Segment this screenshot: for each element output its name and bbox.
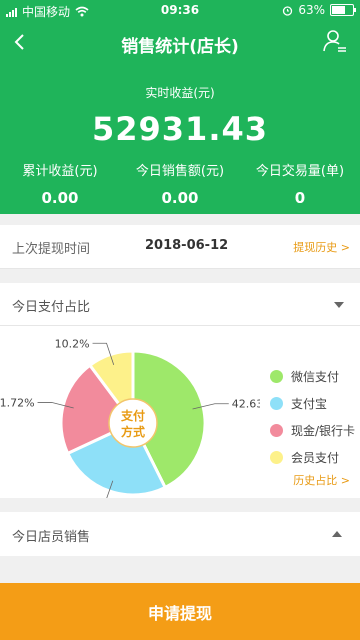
stat-value: 0.00 — [161, 189, 199, 207]
legend-item: 会员支付 — [270, 449, 355, 466]
payment-chart-card: 42.63% 25.45% 21.72% 10.2% 支付方式 微信支付 支付宝 现金/… — [0, 326, 360, 498]
summary-header: 销售统计(店长) 实时收益(元) 52931.43 累计收益(元) 0.00 今… — [0, 22, 360, 214]
withdraw-history-link[interactable]: 提现历史 > — [293, 239, 350, 255]
realtime-earnings-label: 实时收益(元) — [145, 86, 215, 100]
slice-value-label: 25.45% — [46, 496, 88, 498]
alarm-icon — [283, 5, 293, 16]
pie-center-label: 方式 — [121, 424, 145, 439]
payment-ratio-label: 今日支付占比 — [12, 300, 91, 315]
staff-sales-row[interactable]: 今日店员销售 — [0, 512, 360, 556]
stat-label: 累计收益(元) — [22, 164, 98, 179]
legend-item: 现金/银行卡 — [270, 422, 355, 439]
apply-withdraw-button[interactable]: 申请提现 — [0, 583, 360, 640]
stat-value: 0 — [294, 189, 306, 207]
slice-value-label: 21.72% — [0, 396, 35, 409]
status-bar: 中国移动 09:36 63% — [0, 0, 360, 22]
legend-item: 微信支付 — [270, 368, 355, 385]
slice-value-label: 42.63% — [232, 398, 260, 411]
legend-label: 现金/银行卡 — [291, 424, 356, 438]
pie-center-label: 支付 — [120, 408, 145, 423]
stat-cumulative: 累计收益(元) 0.00 — [0, 160, 120, 207]
legend-swatch — [270, 424, 283, 437]
slice-value-label: 10.2% — [55, 337, 90, 350]
legend-swatch — [270, 370, 283, 383]
pie-center — [108, 398, 158, 448]
legend-swatch — [270, 397, 283, 410]
legend-swatch — [270, 451, 283, 464]
realtime-earnings-value: 52931.43 — [91, 110, 268, 148]
stat-label: 今日交易量(单) — [255, 164, 345, 179]
stat-today-volume: 今日交易量(单) 0 — [240, 160, 360, 207]
caret-down-icon[interactable] — [334, 302, 344, 308]
legend-label: 会员支付 — [291, 451, 340, 465]
chart-legend: 微信支付 支付宝 现金/银行卡 会员支付 — [270, 368, 355, 476]
staff-sales-label: 今日店员销售 — [12, 530, 91, 545]
caret-up-icon[interactable] — [332, 531, 342, 537]
stat-label: 今日销售额(元) — [135, 164, 225, 179]
user-icon[interactable] — [322, 28, 348, 54]
battery-percent: 63% — [298, 3, 325, 17]
battery-icon — [330, 4, 356, 16]
stats-row: 累计收益(元) 0.00 今日销售额(元) 0.00 今日交易量(单) 0 — [0, 160, 360, 207]
stat-today-sales: 今日销售额(元) 0.00 — [120, 160, 240, 207]
ratio-history-link[interactable]: 历史占比 > — [293, 472, 350, 488]
last-withdraw-date: 2018-06-12 — [145, 238, 229, 253]
last-withdraw-label: 上次提现时间 — [12, 242, 91, 257]
last-withdraw-row: 上次提现时间 2018-06-12 提现历史 > — [0, 225, 360, 269]
legend-label: 支付宝 — [291, 397, 328, 411]
page-title: 销售统计(店长) — [121, 37, 239, 57]
legend-label: 微信支付 — [291, 370, 340, 384]
payment-ratio-header[interactable]: 今日支付占比 — [0, 283, 360, 326]
payment-pie-chart: 42.63% 25.45% 21.72% 10.2% 支付方式 — [0, 337, 260, 498]
legend-item: 支付宝 — [270, 395, 355, 412]
stat-value: 0.00 — [41, 189, 79, 207]
